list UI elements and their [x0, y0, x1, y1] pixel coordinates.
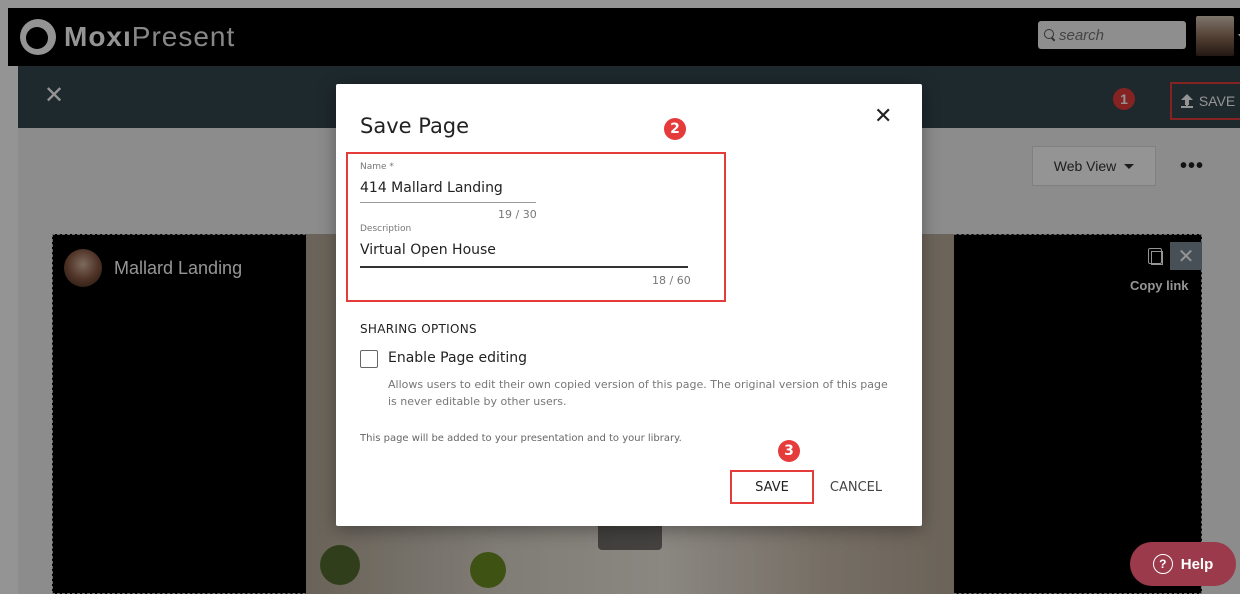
- step-badge-3: 3: [778, 440, 800, 462]
- name-underline: [360, 202, 536, 203]
- close-dialog-icon[interactable]: ✕: [874, 106, 892, 128]
- dialog-title: Save Page: [360, 114, 470, 138]
- step-badge-2: 2: [664, 118, 686, 140]
- enable-editing-help: Allows users to edit their own copied ve…: [388, 378, 888, 408]
- enable-editing-checkbox[interactable]: [360, 350, 378, 368]
- help-button[interactable]: ? Help: [1130, 542, 1236, 586]
- description-counter: 18 / 60: [652, 274, 691, 287]
- name-field[interactable]: 414 Mallard Landing: [360, 180, 503, 196]
- name-label: Name *: [360, 162, 394, 172]
- description-underline: [360, 266, 688, 268]
- save-page-dialog: Save Page ✕ 2 Name * 414 Mallard Landing…: [336, 84, 922, 526]
- name-counter: 19 / 30: [498, 208, 537, 221]
- dialog-save-button[interactable]: SAVE: [730, 470, 814, 504]
- description-label: Description: [360, 224, 412, 234]
- enable-editing-label[interactable]: Enable Page editing: [388, 350, 527, 366]
- library-note: This page will be added to your presenta…: [360, 433, 682, 444]
- sharing-options-heading: SHARING OPTIONS: [360, 322, 477, 336]
- description-field[interactable]: Virtual Open House: [360, 242, 496, 258]
- dialog-cancel-button[interactable]: CANCEL: [824, 470, 888, 504]
- help-question-icon: ?: [1152, 554, 1173, 574]
- help-label: Help: [1180, 555, 1214, 573]
